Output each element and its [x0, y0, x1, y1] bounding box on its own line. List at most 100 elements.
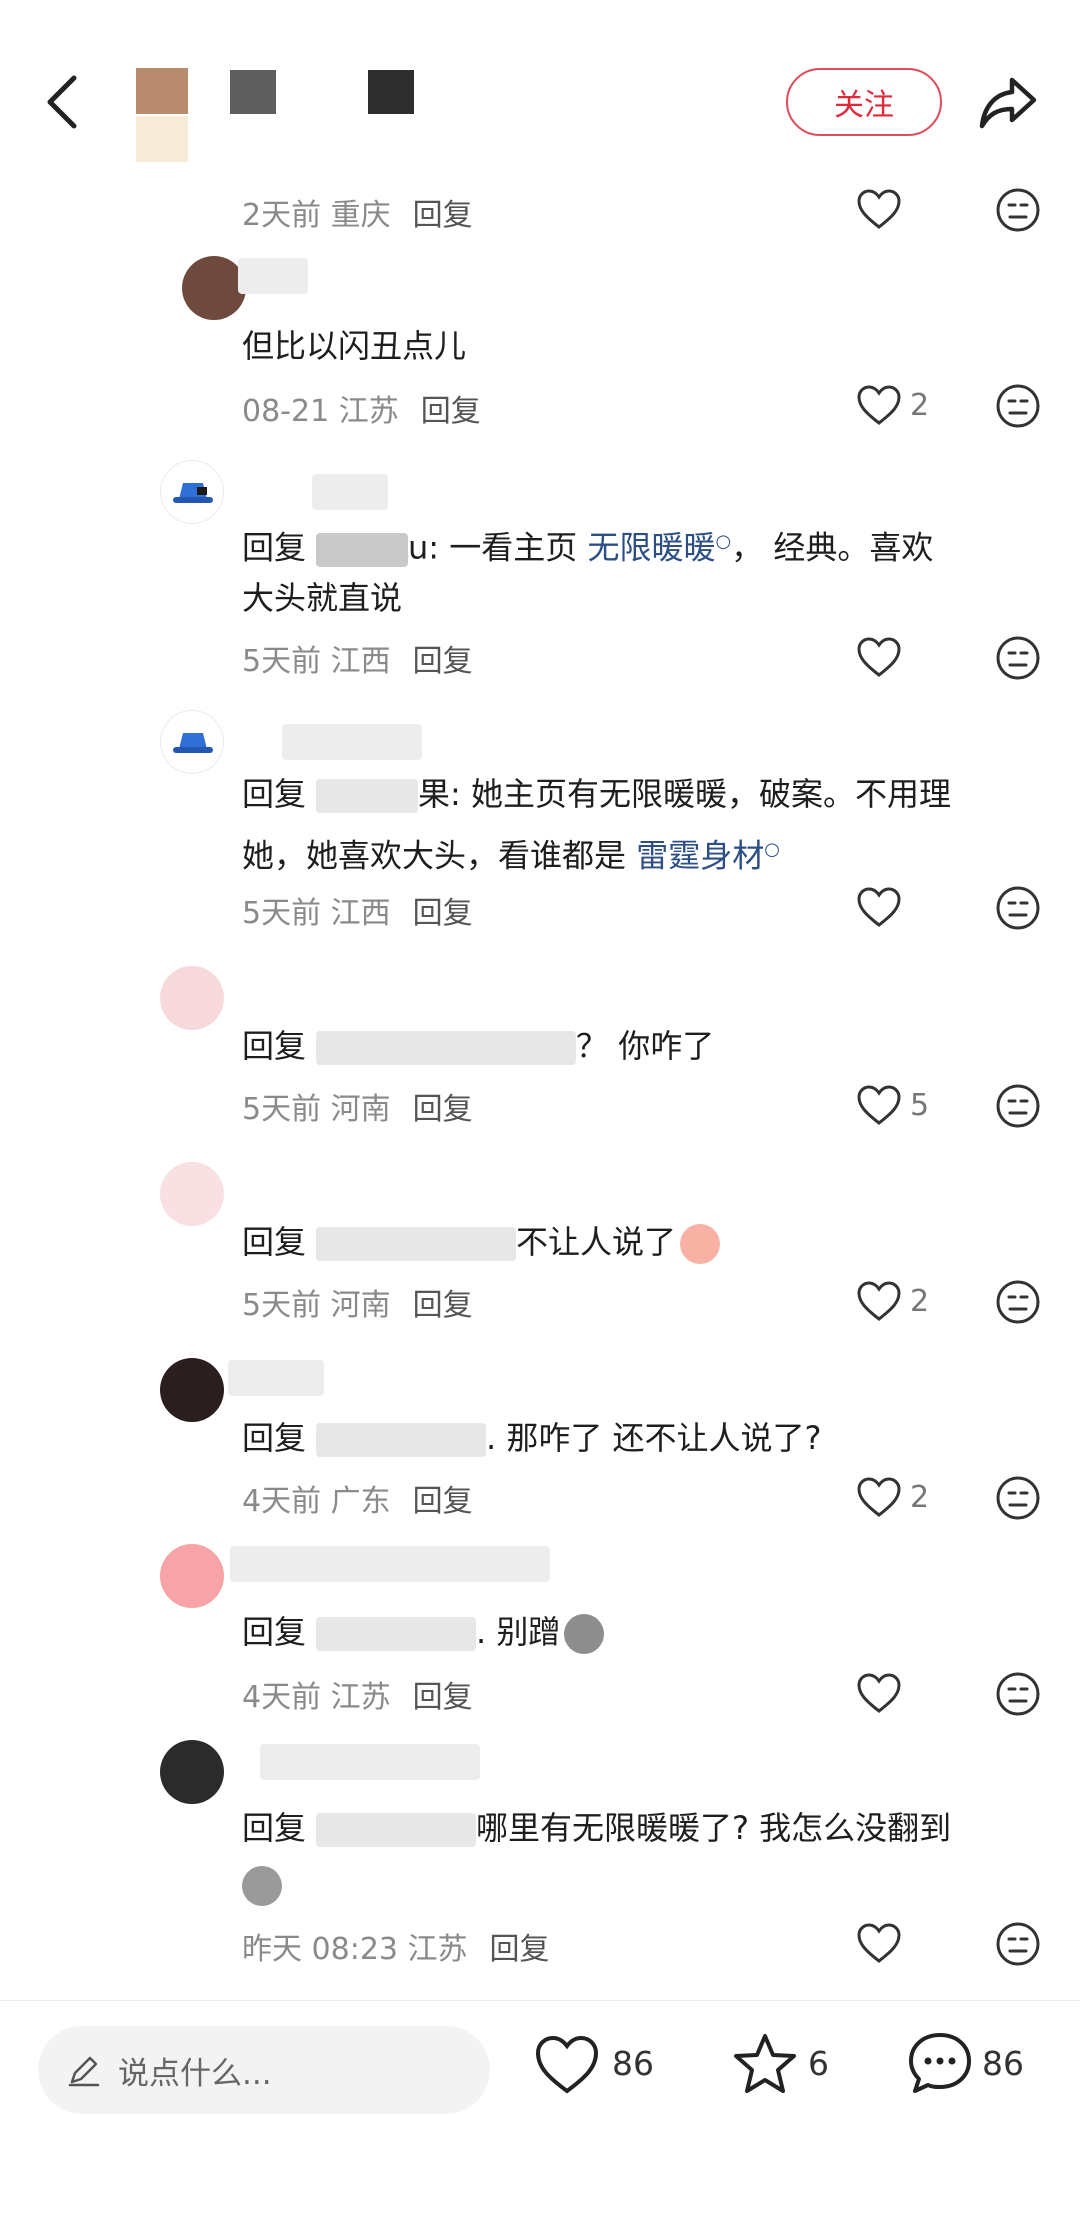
reply-button[interactable]: 回复	[413, 644, 473, 679]
peach-emoji-icon	[680, 1224, 721, 1264]
comment-text-after: ， 经典。喜欢	[731, 528, 934, 567]
comment-location: 江苏	[338, 394, 399, 429]
comment-text-tail: ？ 你咋了	[576, 1027, 715, 1065]
share-icon[interactable]	[978, 74, 1038, 130]
commenter-avatar[interactable]	[160, 460, 224, 524]
comment-location: 河南	[330, 1092, 391, 1127]
meh-face-icon[interactable]	[994, 884, 1042, 932]
comment-text: 回复 不让人说了	[242, 1214, 1032, 1270]
meh-face-icon[interactable]	[994, 186, 1042, 234]
star-icon[interactable]	[732, 2032, 798, 2096]
heart-icon[interactable]	[856, 1084, 902, 1126]
heart-icon[interactable]	[856, 188, 902, 230]
comment-text-line2	[242, 1856, 1032, 1912]
topic-link[interactable]: 无限暖暖	[587, 529, 715, 567]
meh-face-icon[interactable]	[994, 1474, 1042, 1522]
comment-meta: 4天前 广东 回复	[242, 1476, 473, 1520]
comment-meta: 5天前 河南 回复	[242, 1280, 473, 1324]
comment-meta: 2天前 重庆 回复	[242, 190, 473, 234]
comment-time: 5天前	[242, 1092, 322, 1127]
reply-button[interactable]: 回复	[413, 1092, 473, 1127]
like-icon[interactable]	[534, 2034, 600, 2096]
reply-button[interactable]: 回复	[413, 896, 473, 931]
comment-total: 86	[982, 2044, 1024, 2083]
comment-location: 重庆	[330, 198, 391, 233]
follow-button[interactable]: 关注	[786, 68, 942, 136]
commenter-name-redacted	[312, 474, 388, 510]
like-count: 5	[910, 1088, 930, 1123]
reply-button[interactable]: 回复	[490, 1932, 550, 1967]
comment-meta: 5天前 江西 回复	[242, 636, 473, 680]
back-icon[interactable]	[40, 70, 84, 134]
commenter-avatar[interactable]	[160, 1544, 224, 1608]
commenter-avatar[interactable]	[160, 1358, 224, 1422]
like-count: 2	[910, 1284, 930, 1319]
redacted-mention	[316, 1813, 477, 1847]
comment-text-tail: 果: 她主页有无限暖暖，破案。不用理	[418, 775, 951, 813]
redacted-mention	[316, 532, 409, 567]
topic-link[interactable]: 雷霆身材	[636, 837, 764, 875]
comment-text: 但比以闪丑点儿	[242, 327, 467, 365]
comment-location: 江西	[330, 896, 391, 931]
heart-icon[interactable]	[856, 384, 902, 426]
meh-face-icon[interactable]	[994, 1082, 1042, 1130]
meh-face-icon[interactable]	[994, 1670, 1042, 1718]
comment-meta: 5天前 河南 回复	[242, 1084, 473, 1128]
comment-text: 回复 果: 她主页有无限暖暖，破案。不用理	[242, 766, 1032, 822]
comment-text-tail: . 那咋了 还不让人说了?	[486, 1419, 822, 1457]
comment-text-tail: 哪里有无限暖暖了? 我怎么没翻到	[476, 1809, 952, 1847]
reply-prefix: 回复	[242, 1419, 307, 1457]
meh-face-icon[interactable]	[994, 1278, 1042, 1326]
like-count: 2	[910, 388, 930, 423]
heart-icon[interactable]	[856, 886, 902, 928]
reply-prefix: 回复	[242, 1027, 307, 1065]
reply-button[interactable]: 回复	[421, 394, 481, 429]
redacted-mention	[316, 779, 419, 813]
comment-input[interactable]: 说点什么...	[38, 2026, 490, 2114]
comment-meta: 4天前 江苏 回复	[242, 1672, 473, 1716]
meh-face-icon[interactable]	[994, 634, 1042, 682]
comment-time: 4天前	[242, 1680, 322, 1715]
heart-icon[interactable]	[856, 1922, 902, 1964]
commenter-avatar[interactable]	[160, 1162, 224, 1226]
reply-button[interactable]: 回复	[413, 1484, 473, 1519]
commenter-name-redacted	[230, 1546, 550, 1582]
author-avatar[interactable]	[122, 58, 204, 162]
heart-icon[interactable]	[856, 1476, 902, 1518]
comment-text-tail: u: 一看主页	[408, 528, 588, 567]
redacted-mention	[316, 1031, 577, 1065]
commenter-avatar[interactable]	[182, 256, 246, 320]
meh-face-icon[interactable]	[994, 1920, 1042, 1968]
meh-face-icon[interactable]	[994, 382, 1042, 430]
comment-text: 回复 . 别蹭	[242, 1604, 1032, 1660]
comment-text: 回复 u: 一看主页 无限暖暖○， 经典。喜欢	[242, 514, 1032, 576]
bird-emoji-icon	[242, 1866, 282, 1906]
reply-button[interactable]: 回复	[413, 1680, 473, 1715]
commenter-avatar[interactable]	[160, 1740, 224, 1804]
bottom-divider	[0, 2000, 1080, 2001]
star-total: 6	[808, 2044, 829, 2083]
search-icon: ○	[764, 839, 780, 860]
like-count: 2	[910, 1480, 930, 1515]
comment-text: 回复 ？ 你咋了	[242, 1018, 1032, 1074]
comment-text-line2: 她，她喜欢大头，看谁都是 雷霆身材○	[242, 822, 1032, 884]
heart-icon[interactable]	[856, 1672, 902, 1714]
reply-prefix: 回复	[242, 1223, 307, 1261]
commenter-name-redacted	[228, 1360, 324, 1396]
commenter-name-redacted	[238, 258, 308, 294]
comment-text: 回复 . 那咋了 还不让人说了?	[242, 1410, 1032, 1466]
reply-button[interactable]: 回复	[413, 198, 473, 233]
heart-icon[interactable]	[856, 1280, 902, 1322]
commenter-avatar[interactable]	[160, 966, 224, 1030]
commenter-avatar[interactable]	[160, 710, 224, 774]
pencil-icon	[68, 2056, 100, 2087]
comment-bubble-icon[interactable]	[906, 2030, 974, 2096]
author-name-redacted	[230, 70, 276, 114]
author-name-redacted-2	[368, 70, 414, 114]
heart-icon[interactable]	[856, 636, 902, 678]
reply-button[interactable]: 回复	[413, 1288, 473, 1323]
comment-time: 5天前	[242, 1288, 322, 1323]
comment-meta: 5天前 江西 回复	[242, 888, 473, 932]
comment-time: 2天前	[242, 198, 322, 233]
comment-location: 河南	[330, 1288, 391, 1323]
